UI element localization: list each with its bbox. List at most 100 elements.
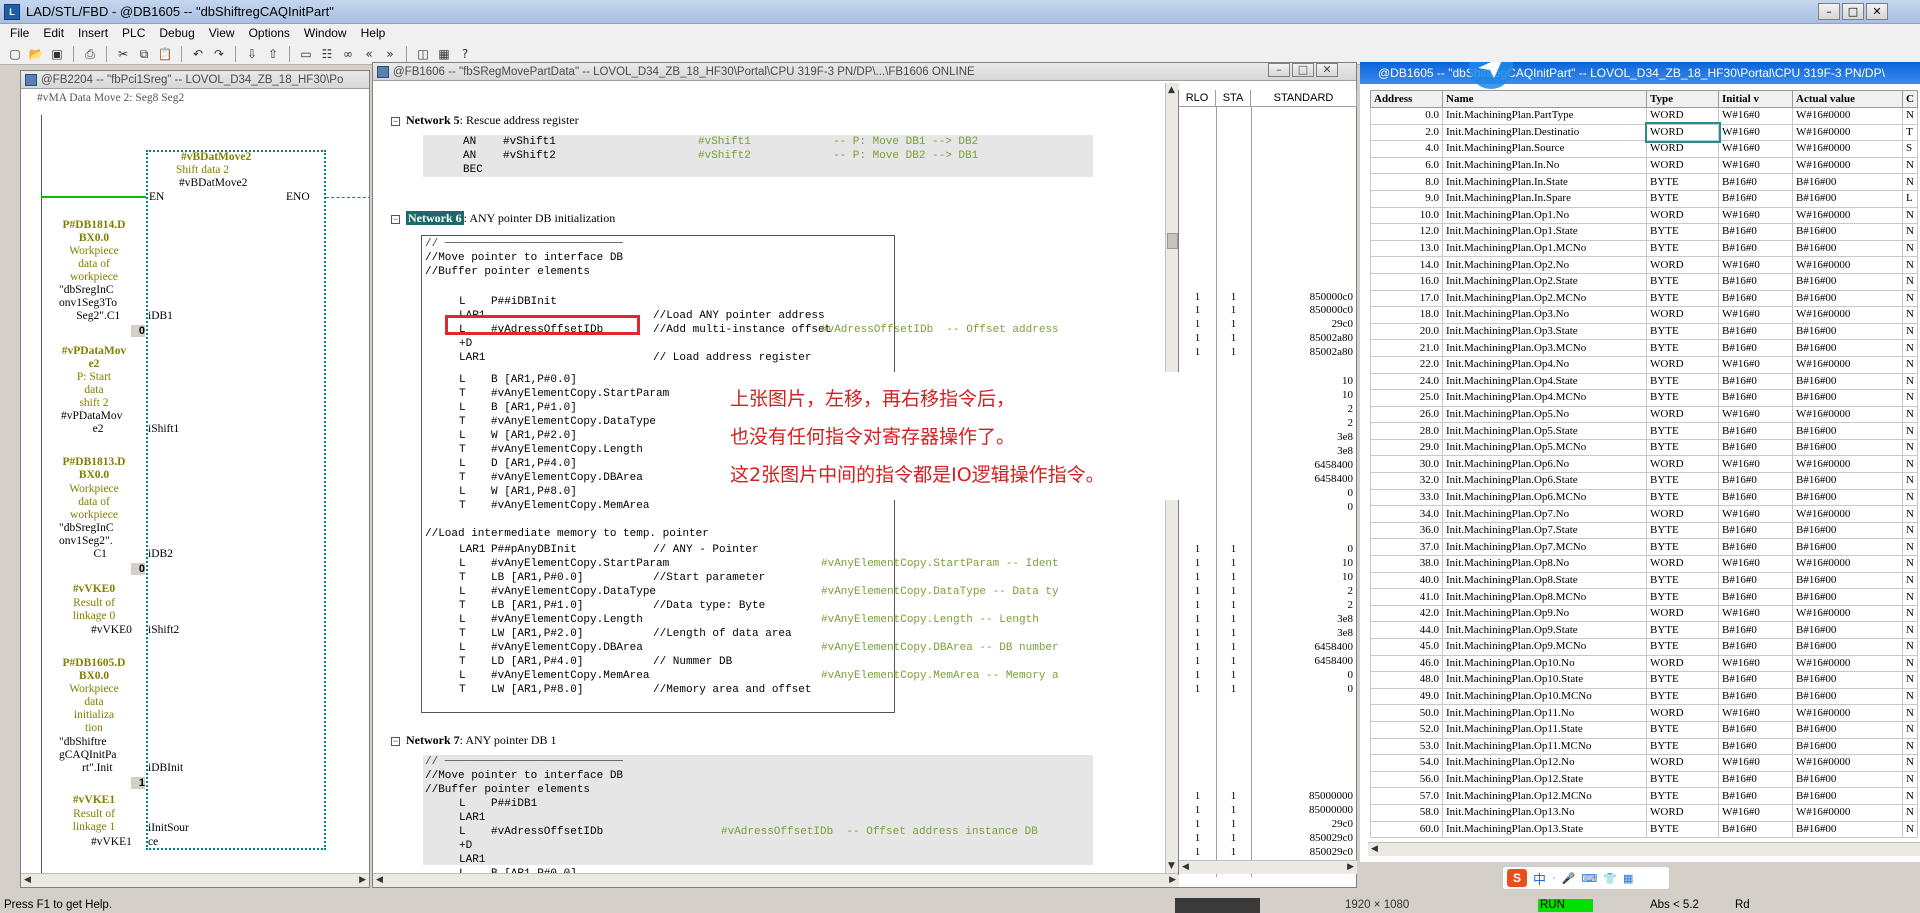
- cell-actual[interactable]: W#16#0000: [1792, 206, 1903, 225]
- db-row[interactable]: 54.0 Init.MachiningPlan.Op12.No WORD W#16#0…: [1370, 754, 1918, 772]
- db-row[interactable]: 41.0 Init.MachiningPlan.Op8.MCNo BYTE B#16#…: [1370, 588, 1918, 606]
- col-comment[interactable]: C: [1902, 90, 1918, 108]
- db-row[interactable]: 36.0 Init.MachiningPlan.Op7.State BYTE B#16…: [1370, 521, 1918, 540]
- menu-help[interactable]: Help: [355, 24, 392, 43]
- cell-actual[interactable]: W#16#0000: [1792, 654, 1903, 673]
- db-row[interactable]: 0.0 Init.MachiningPlan.PartType WORD W#16#0…: [1370, 107, 1918, 125]
- stl-hscrollbar[interactable]: ◀ ▶: [373, 873, 1179, 887]
- db-row[interactable]: 9.0 Init.MachiningPlan.In.Spare BYTE B#16#0…: [1370, 189, 1918, 208]
- cell-actual[interactable]: B#16#00: [1792, 687, 1903, 706]
- db-row[interactable]: 40.0 Init.MachiningPlan.Op8.State BYTE B#16…: [1370, 571, 1918, 590]
- db-row[interactable]: 45.0 Init.MachiningPlan.Op9.MCNo BYTE B#16#…: [1370, 638, 1918, 656]
- db-row[interactable]: 53.0 Init.MachiningPlan.Op11.MCNo BYTE B#16…: [1370, 737, 1918, 756]
- cell-actual[interactable]: W#16#0000: [1792, 256, 1903, 274]
- db-row[interactable]: 25.0 Init.MachiningPlan.Op4.MCNo BYTE B#16#…: [1370, 389, 1918, 407]
- network-7-header[interactable]: − Network 7: ANY pointer DB 1: [391, 733, 557, 748]
- cut-icon[interactable]: ✂: [114, 45, 132, 63]
- stl-line[interactable]: AN: [463, 149, 476, 163]
- db-row[interactable]: 57.0 Init.MachiningPlan.Op12.MCNo BYTE B#16…: [1370, 787, 1918, 805]
- network-5-header[interactable]: − Network 5: Rescue address register: [391, 113, 579, 128]
- minimize-button[interactable]: –: [1818, 3, 1840, 20]
- db-row[interactable]: 16.0 Init.MachiningPlan.Op2.State BYTE B#16…: [1370, 272, 1918, 291]
- cell-actual[interactable]: W#16#0000: [1792, 140, 1903, 158]
- cell-actual[interactable]: W#16#0000: [1792, 123, 1903, 142]
- db-row[interactable]: 17.0 Init.MachiningPlan.Op2.MCNo BYTE B#16#…: [1370, 289, 1918, 308]
- window-icon[interactable]: ◫: [414, 45, 432, 63]
- menu-plc[interactable]: PLC: [116, 24, 151, 43]
- stl-line[interactable]: AN: [463, 135, 476, 149]
- cell-actual[interactable]: W#16#0000: [1792, 156, 1903, 175]
- db-row[interactable]: 26.0 Init.MachiningPlan.Op5.No WORD W#16#0 W…: [1370, 405, 1918, 424]
- cell-actual[interactable]: B#16#00: [1792, 787, 1903, 805]
- db-row[interactable]: 52.0 Init.MachiningPlan.Op11.State BYTE B#1…: [1370, 720, 1918, 739]
- db-row[interactable]: 6.0 Init.MachiningPlan.In.No WORD W#16#0 W#1…: [1370, 156, 1918, 175]
- help-icon[interactable]: ?: [456, 45, 474, 63]
- cell-actual[interactable]: W#16#0000: [1792, 555, 1903, 573]
- close-button[interactable]: ✕: [1866, 3, 1888, 20]
- db-row[interactable]: 20.0 Init.MachiningPlan.Op3.State BYTE B#16…: [1370, 322, 1918, 341]
- open-icon[interactable]: 📂: [27, 45, 45, 63]
- cell-actual[interactable]: B#16#00: [1792, 472, 1903, 490]
- db-row[interactable]: 42.0 Init.MachiningPlan.Op9.No WORD W#16#0 W…: [1370, 604, 1918, 623]
- cell-actual[interactable]: B#16#00: [1792, 488, 1903, 507]
- col-actual[interactable]: Actual value: [1792, 90, 1903, 108]
- cell-actual[interactable]: W#16#0000: [1792, 803, 1903, 822]
- cell-actual[interactable]: B#16#00: [1792, 588, 1903, 606]
- network-6-header[interactable]: − Network 6: ANY pointer DB initializatio…: [391, 211, 615, 226]
- cell-actual[interactable]: B#16#00: [1792, 422, 1903, 440]
- cell-actual[interactable]: W#16#0000: [1792, 107, 1903, 125]
- cell-actual[interactable]: W#16#0000: [1792, 604, 1903, 623]
- maximize-button[interactable]: □: [1842, 3, 1864, 20]
- cell-actual[interactable]: B#16#00: [1792, 438, 1903, 457]
- cell-actual[interactable]: B#16#00: [1792, 820, 1903, 839]
- db-row[interactable]: 56.0 Init.MachiningPlan.Op12.State BYTE B#1…: [1370, 770, 1918, 789]
- col-name[interactable]: Name: [1442, 90, 1647, 108]
- cell-actual[interactable]: B#16#00: [1792, 189, 1903, 208]
- cell-actual[interactable]: B#16#00: [1792, 737, 1903, 756]
- db-row[interactable]: 46.0 Init.MachiningPlan.Op10.No WORD W#16#0…: [1370, 654, 1918, 673]
- db-row[interactable]: 50.0 Init.MachiningPlan.Op11.No WORD W#16#0…: [1370, 704, 1918, 722]
- cell-actual[interactable]: B#16#00: [1792, 720, 1903, 739]
- cell-actual[interactable]: W#16#0000: [1792, 405, 1903, 424]
- db-row[interactable]: 28.0 Init.MachiningPlan.Op5.State BYTE B#16…: [1370, 422, 1918, 440]
- fbd-hscrollbar[interactable]: ◀ ▶: [21, 873, 369, 887]
- db-row[interactable]: 30.0 Init.MachiningPlan.Op6.No WORD W#16#0 W…: [1370, 455, 1918, 474]
- menu-edit[interactable]: Edit: [37, 24, 70, 43]
- cell-actual[interactable]: B#16#00: [1792, 621, 1903, 639]
- redo-icon[interactable]: ↷: [210, 45, 228, 63]
- cell-actual[interactable]: B#16#00: [1792, 770, 1903, 789]
- db-row[interactable]: 4.0 Init.MachiningPlan.Source WORD W#16#0 W#…: [1370, 140, 1918, 158]
- db-row[interactable]: 2.0 Init.MachiningPlan.Destinatio WORD W#16…: [1370, 122, 1918, 143]
- cell-actual[interactable]: B#16#00: [1792, 339, 1903, 357]
- skin-icon[interactable]: 👕: [1603, 872, 1617, 885]
- paste-icon[interactable]: 📋: [156, 45, 174, 63]
- menu-debug[interactable]: Debug: [153, 24, 200, 43]
- cell-actual[interactable]: B#16#00: [1792, 571, 1903, 590]
- download-icon[interactable]: ⇩: [243, 45, 261, 63]
- cell-actual[interactable]: W#16#0000: [1792, 754, 1903, 772]
- stl-line[interactable]: BEC: [463, 163, 483, 177]
- next-icon[interactable]: »: [381, 45, 399, 63]
- db-row[interactable]: 22.0 Init.MachiningPlan.Op4.No WORD W#16#0 W…: [1370, 355, 1918, 374]
- col-type[interactable]: Type: [1646, 90, 1719, 108]
- panel-maximize-button[interactable]: □: [1292, 63, 1314, 77]
- db-row[interactable]: 14.0 Init.MachiningPlan.Op2.No WORD W#16#0 W…: [1370, 256, 1918, 274]
- punct-icon[interactable]: ·: [1552, 872, 1556, 884]
- db-row[interactable]: 10.0 Init.MachiningPlan.Op1.No WORD W#16#0 W…: [1370, 206, 1918, 225]
- db-row[interactable]: 58.0 Init.MachiningPlan.Op13.No WORD W#16#0…: [1370, 803, 1918, 822]
- monitor-icon[interactable]: ▭: [297, 45, 315, 63]
- tools-icon[interactable]: ▦: [1623, 872, 1633, 885]
- copy-icon[interactable]: ⧉: [135, 45, 153, 63]
- ime-toolbar[interactable]: S 中 · 🎤 ⌨ 👕 ▦: [1502, 866, 1670, 890]
- menu-view[interactable]: View: [203, 24, 241, 43]
- cell-actual[interactable]: B#16#00: [1792, 521, 1903, 540]
- panel-close-button[interactable]: ✕: [1316, 63, 1338, 77]
- db-row[interactable]: 18.0 Init.MachiningPlan.Op3.No WORD W#16#0 W…: [1370, 306, 1918, 324]
- save-icon[interactable]: ▣: [48, 45, 66, 63]
- db-row[interactable]: 8.0 Init.MachiningPlan.In.State BYTE B#16#0…: [1370, 173, 1918, 191]
- fb-box[interactable]: [146, 150, 326, 850]
- mic-icon[interactable]: 🎤: [1562, 872, 1576, 885]
- db-row[interactable]: 13.0 Init.MachiningPlan.Op1.MCNo BYTE B#16#…: [1370, 239, 1918, 258]
- cell-actual[interactable]: B#16#00: [1792, 538, 1903, 557]
- cell-actual[interactable]: B#16#00: [1792, 223, 1903, 241]
